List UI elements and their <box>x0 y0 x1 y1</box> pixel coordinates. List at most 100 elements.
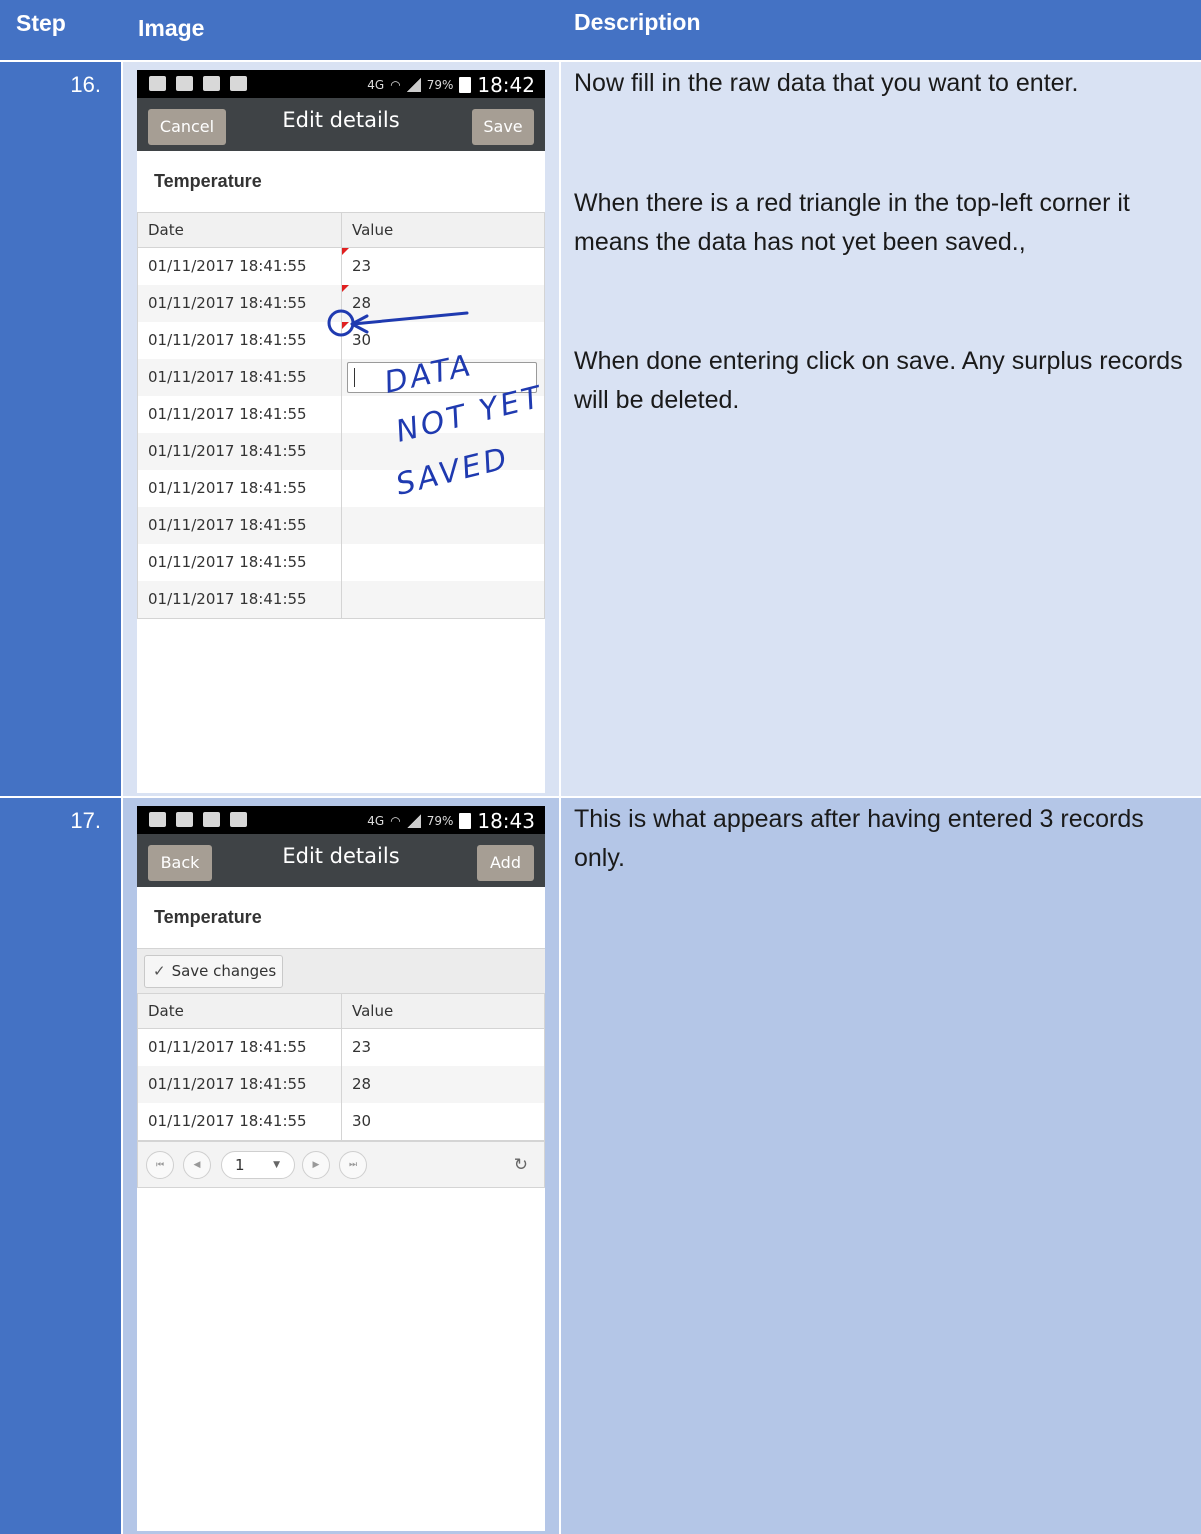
check-icon <box>230 76 247 91</box>
cell-value[interactable] <box>342 433 544 470</box>
table-row[interactable]: 01/11/2017 18:41:55 <box>138 396 544 433</box>
cell-value[interactable] <box>342 581 544 618</box>
phone-screenshot: 4G ◠ 79% 18:42 Cancel Edit details Save … <box>137 70 545 793</box>
step-number: 16. <box>70 72 101 97</box>
table-row[interactable]: 01/11/2017 18:41:55 <box>138 581 544 618</box>
table-row[interactable]: 01/11/2017 18:41:55 23 <box>138 1029 544 1066</box>
table-header: Step Image Description <box>0 0 1201 60</box>
description-paragraph: This is what appears after having entere… <box>574 805 1144 872</box>
cell-value[interactable] <box>342 507 544 544</box>
grid-title: Temperature <box>154 907 262 927</box>
cell-date[interactable]: 01/11/2017 18:41:55 <box>138 544 342 581</box>
mail-icon <box>176 76 193 91</box>
cell-date[interactable]: 01/11/2017 18:41:55 <box>138 359 342 396</box>
grid-toolbar: ✓ Save changes <box>137 948 545 994</box>
next-page-icon[interactable]: ▶ <box>302 1151 330 1179</box>
first-page-icon[interactable]: ⏮ <box>146 1151 174 1179</box>
column-header-date[interactable]: Date <box>138 994 342 1028</box>
cell-value[interactable]: 28 <box>342 285 544 322</box>
signal-icon <box>406 78 421 92</box>
save-changes-button[interactable]: ✓ Save changes <box>144 955 283 988</box>
step-number-cell: 17. <box>0 798 121 1534</box>
last-page-icon[interactable]: ⏭ <box>339 1151 367 1179</box>
battery-percent: 79% <box>426 814 454 828</box>
cell-value[interactable]: 30 <box>342 322 544 359</box>
table-row[interactable]: 01/11/2017 18:41:55 28 <box>138 1066 544 1103</box>
cell-value[interactable] <box>342 470 544 507</box>
cell-date[interactable]: 01/11/2017 18:41:55 <box>138 1029 342 1066</box>
cell-date[interactable]: 01/11/2017 18:41:55 <box>138 581 342 618</box>
column-header-value[interactable]: Value <box>342 213 544 247</box>
network-label: 4G <box>367 814 385 828</box>
table-row[interactable]: 01/11/2017 18:41:55 <box>138 433 544 470</box>
status-right: 4G ◠ 79% 18:42 <box>367 73 535 97</box>
notification-icons <box>149 812 247 827</box>
mail-icon <box>176 812 193 827</box>
table-row[interactable]: 01/11/2017 18:41:55 23 <box>138 248 544 285</box>
description-paragraph: Now fill in the raw data that you want t… <box>574 69 1079 97</box>
cell-value[interactable]: 30 <box>342 1103 544 1140</box>
wifi-icon: ◠ <box>390 814 401 828</box>
clock: 18:43 <box>477 809 535 833</box>
cell-value[interactable]: 23 <box>342 1029 544 1066</box>
battery-percent: 79% <box>426 78 454 92</box>
refresh-icon[interactable]: ↻ <box>514 1155 528 1175</box>
cell-date[interactable]: 01/11/2017 18:41:55 <box>138 1066 342 1103</box>
cell-date[interactable]: 01/11/2017 18:41:55 <box>138 248 342 285</box>
cell-editor-input[interactable] <box>347 362 537 393</box>
save-changes-label: Save changes <box>171 962 277 980</box>
cell-date[interactable]: 01/11/2017 18:41:55 <box>138 433 342 470</box>
cell-date[interactable]: 01/11/2017 18:41:55 <box>138 322 342 359</box>
table-row[interactable]: 01/11/2017 18:41:55 <box>138 470 544 507</box>
cell-value[interactable] <box>342 396 544 433</box>
grid-title: Temperature <box>154 171 262 191</box>
notification-icon <box>149 76 166 91</box>
cell-value[interactable]: 23 <box>342 248 544 285</box>
step-number-cell: 16. <box>0 62 121 796</box>
cell-date[interactable]: 01/11/2017 18:41:55 <box>138 507 342 544</box>
table-row[interactable]: 01/11/2017 18:41:55 <box>138 507 544 544</box>
table-row[interactable]: 01/11/2017 18:41:55 30 <box>138 1103 544 1140</box>
cell-date[interactable]: 01/11/2017 18:41:55 <box>138 1103 342 1140</box>
data-grid: Date Value 01/11/2017 18:41:55 23 01/11/20… <box>137 212 545 619</box>
notification-icons <box>149 76 247 91</box>
description-cell: This is what appears after having entere… <box>561 798 1201 1534</box>
cell-value[interactable]: 28 <box>342 1066 544 1103</box>
column-header-value[interactable]: Value <box>342 994 544 1028</box>
column-header-date[interactable]: Date <box>138 213 342 247</box>
save-button[interactable]: Save <box>472 109 534 145</box>
grid-header: Date Value <box>138 213 544 248</box>
person-icon <box>203 812 220 827</box>
table-row[interactable]: 01/11/2017 18:41:55 <box>138 359 544 396</box>
header-image: Image <box>138 15 205 41</box>
cell-value[interactable] <box>342 544 544 581</box>
image-cell: 4G ◠ 79% 18:42 Cancel Edit details Save … <box>123 62 559 796</box>
phone-screenshot: 4G ◠ 79% 18:43 Back Edit details Add Tem… <box>137 806 545 1531</box>
cell-value[interactable] <box>342 359 544 396</box>
add-button[interactable]: Add <box>477 845 534 881</box>
status-right: 4G ◠ 79% 18:43 <box>367 809 535 833</box>
cell-date[interactable]: 01/11/2017 18:41:55 <box>138 470 342 507</box>
grid-body: 01/11/2017 18:41:55 23 01/11/2017 18:41:55… <box>138 1029 544 1140</box>
grid-header: Date Value <box>138 994 544 1029</box>
header-description: Description <box>574 9 701 35</box>
cell-date[interactable]: 01/11/2017 18:41:55 <box>138 396 342 433</box>
table-row[interactable]: 01/11/2017 18:41:55 28 <box>138 285 544 322</box>
status-bar: 4G ◠ 79% 18:43 <box>137 806 545 834</box>
step-number: 17. <box>70 808 101 833</box>
clock: 18:42 <box>477 73 535 97</box>
prev-page-icon[interactable]: ◀ <box>183 1151 211 1179</box>
title-bar: Back Edit details Add <box>137 834 545 887</box>
battery-icon <box>459 77 472 93</box>
check-icon: ✓ <box>153 962 166 980</box>
notification-icon <box>149 812 166 827</box>
data-grid: Date Value 01/11/2017 18:41:55 23 01/11/20… <box>137 994 545 1141</box>
table-row[interactable]: 01/11/2017 18:41:55 <box>138 544 544 581</box>
table-row[interactable]: 01/11/2017 18:41:55 30 <box>138 322 544 359</box>
instruction-table: Step Image Description 16. 4G ◠ 79% 18:4… <box>0 0 1201 1534</box>
chevron-down-icon: ▼ <box>273 1160 280 1170</box>
description-cell: Now fill in the raw data that you want t… <box>561 62 1201 796</box>
cell-date[interactable]: 01/11/2017 18:41:55 <box>138 285 342 322</box>
description-paragraph: When done entering click on save. Any su… <box>574 347 1183 414</box>
page-select[interactable]: 1 ▼ <box>221 1151 295 1179</box>
